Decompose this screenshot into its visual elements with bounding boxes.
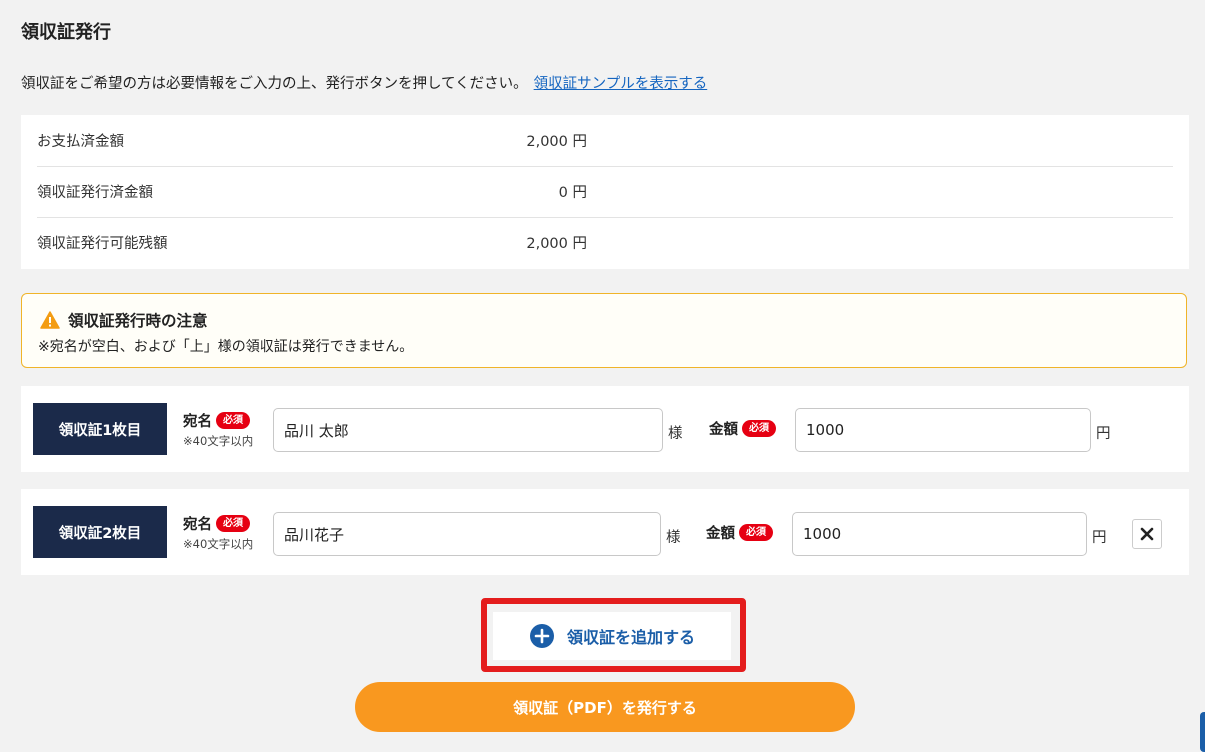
page-title: 領収証発行 — [21, 22, 111, 43]
honorific-label: 様 — [668, 426, 683, 442]
name-input[interactable] — [273, 408, 663, 452]
notice-title: 領収証発行時の注意 — [68, 312, 208, 330]
summary-value: 2,000 円 — [526, 236, 587, 252]
payment-summary: お支払済金額 2,000 円 領収証発行済金額 0 円 領収証発行可能残額 2,… — [21, 115, 1189, 269]
summary-value: 0 円 — [558, 185, 587, 201]
receipt-tag: 領収証1枚目 — [33, 403, 167, 455]
summary-row: 領収証発行済金額 0 円 — [37, 166, 1173, 218]
amount-label: 金額 必須 — [706, 522, 773, 543]
amount-label-text: 金額 — [706, 526, 735, 542]
summary-row: お支払済金額 2,000 円 — [37, 115, 1173, 167]
remove-receipt-button[interactable] — [1132, 519, 1162, 549]
warning-icon — [40, 311, 60, 329]
intro-message: 領収証をご希望の方は必要情報をご入力の上、発行ボタンを押してください。 — [21, 76, 528, 92]
close-icon — [1140, 527, 1154, 541]
receipt-row-2: 領収証2枚目 宛名必須 ※40文字以内 様 金額必須 円 — [21, 489, 1189, 575]
required-badge: 必須 — [216, 515, 250, 532]
required-badge: 必須 — [742, 420, 776, 437]
yen-unit: 円 — [1096, 426, 1111, 442]
amount-input[interactable] — [792, 512, 1087, 556]
highlight-box — [481, 598, 746, 672]
name-label-text: 宛名 — [183, 414, 212, 430]
summary-label: 領収証発行可能残額 — [37, 236, 168, 252]
issue-pdf-button[interactable]: 領収証（PDF）を発行する — [355, 682, 855, 732]
amount-label-text: 金額 — [709, 422, 738, 438]
amount-input[interactable] — [795, 408, 1091, 452]
honorific-label: 様 — [666, 530, 681, 546]
name-hint: ※40文字以内 — [183, 434, 254, 448]
name-label-text: 宛名 — [183, 517, 212, 533]
name-hint: ※40文字以内 — [183, 537, 254, 551]
required-badge: 必須 — [216, 412, 250, 429]
summary-label: お支払済金額 — [37, 134, 124, 150]
intro-text: 領収証をご希望の方は必要情報をご入力の上、発行ボタンを押してください。 領収証サン… — [21, 72, 707, 93]
summary-label: 領収証発行済金額 — [37, 185, 153, 201]
yen-unit: 円 — [1092, 530, 1107, 546]
name-label: 宛名 必須 — [183, 513, 250, 534]
summary-value: 2,000 円 — [526, 134, 587, 150]
amount-label: 金額 必須 — [709, 418, 776, 439]
side-tab[interactable] — [1200, 712, 1205, 752]
name-label: 宛名 必須 — [183, 410, 250, 431]
name-input[interactable] — [273, 512, 661, 556]
notice-header: 領収証発行時の注意 — [40, 309, 208, 331]
issue-pdf-label: 領収証（PDF）を発行する — [513, 698, 697, 717]
sample-link[interactable]: 領収証サンプルを表示する — [534, 76, 708, 92]
receipt-row-1: 領収証1枚目 宛名必須 ※40文字以内 様 金額必須 円 — [21, 386, 1189, 472]
notice-body: ※宛名が空白、および「上」様の領収証は発行できません。 — [38, 339, 414, 355]
notice-box: 領収証発行時の注意 ※宛名が空白、および「上」様の領収証は発行できません。 — [21, 293, 1187, 368]
required-badge: 必須 — [739, 524, 773, 541]
receipt-tag: 領収証2枚目 — [33, 506, 167, 558]
summary-row: 領収証発行可能残額 2,000 円 — [37, 217, 1173, 268]
